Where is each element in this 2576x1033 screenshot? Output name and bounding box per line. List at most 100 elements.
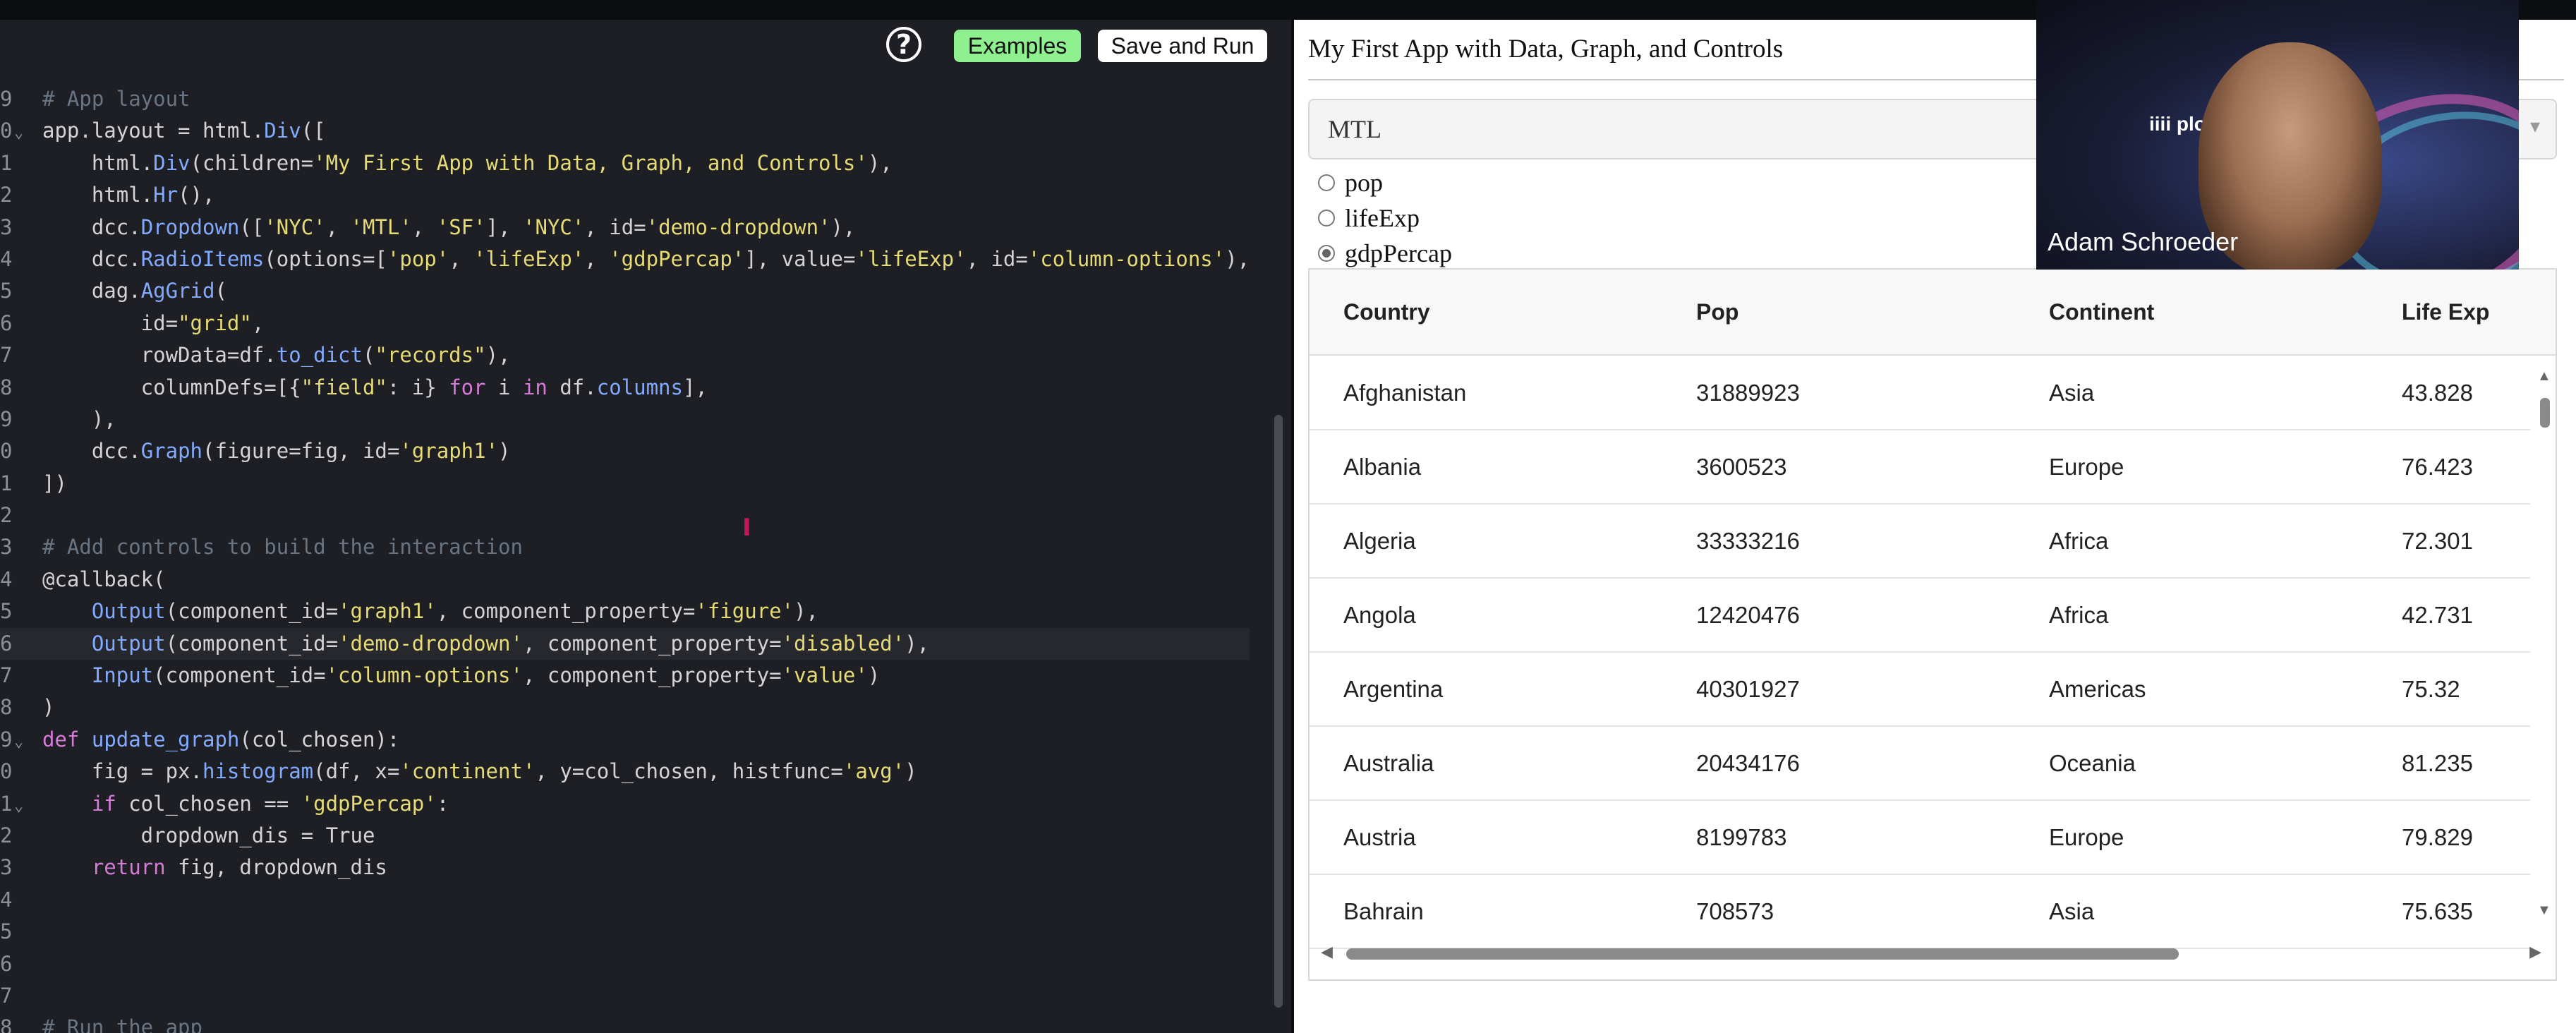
table-cell[interactable]: 75.32 <box>2402 676 2460 703</box>
code-line[interactable]: 5 Output(component_id='graph1', componen… <box>0 596 1250 627</box>
code-line[interactable]: 6 Output(component_id='demo-dropdown', c… <box>0 627 1250 660</box>
table-cell[interactable]: Africa <box>2049 528 2108 555</box>
code-line[interactable]: 2 dropdown_dis = True <box>0 820 1250 852</box>
code-text[interactable]: ) <box>42 695 54 719</box>
table-cell[interactable]: 79.829 <box>2402 824 2473 851</box>
code-text[interactable]: @callback( <box>42 567 166 591</box>
code-lines[interactable]: 9 # App layout 0 ⌄ app.layout = html.Div([1 … <box>0 83 1250 1033</box>
table-cell[interactable]: Oceania <box>2049 750 2136 777</box>
table-cell[interactable]: 3600523 <box>1696 454 1786 481</box>
table-cell[interactable]: 40301927 <box>1696 676 1800 703</box>
code-text[interactable]: fig = px.histogram(df, x='continent', y=… <box>42 759 917 783</box>
table-row[interactable]: Angola 12420476 Africa 42.731 <box>1310 578 2530 653</box>
code-text[interactable]: return fig, dropdown_dis <box>42 855 387 879</box>
code-line[interactable]: 2 html.Hr(), <box>0 179 1250 211</box>
table-cell[interactable]: Bahrain <box>1343 898 1424 925</box>
table-cell[interactable]: 75.635 <box>2402 898 2473 925</box>
code-line[interactable]: 1 ⌄ if col_chosen == 'gdpPercap': <box>0 788 1250 820</box>
code-line[interactable]: 7 rowData=df.to_dict("records"), <box>0 339 1250 371</box>
code-text[interactable]: dcc.Dropdown(['NYC', 'MTL', 'SF'], 'NYC'… <box>42 215 856 239</box>
code-text[interactable]: dropdown_dis = True <box>42 823 375 847</box>
table-cell[interactable]: 42.731 <box>2402 602 2473 629</box>
code-line[interactable]: 2 <box>0 500 1250 531</box>
examples-button[interactable]: Examples <box>954 30 1081 62</box>
table-cell[interactable]: 20434176 <box>1696 750 1800 777</box>
save-and-run-button[interactable]: Save and Run <box>1098 30 1267 62</box>
fold-chevron-icon[interactable]: ⌄ <box>14 726 42 758</box>
code-line[interactable]: 0 ⌄ app.layout = html.Div([ <box>0 115 1250 147</box>
table-row[interactable]: Austria 8199783 Europe 79.829 <box>1310 800 2530 875</box>
table-cell[interactable]: Argentina <box>1343 676 1443 703</box>
scroll-down-icon[interactable]: ▼ <box>2537 902 2551 919</box>
column-header[interactable]: Life Exp <box>2402 299 2489 325</box>
radio-option-pop[interactable]: pop <box>1318 165 1452 200</box>
editor-scrollbar[interactable] <box>1274 415 1283 1008</box>
code-line[interactable]: 8) <box>0 691 1250 723</box>
scroll-left-icon[interactable]: ◀ <box>1321 943 1333 961</box>
code-text[interactable]: # Add controls to build the interaction <box>42 535 523 559</box>
code-line[interactable]: 5 <box>0 916 1250 948</box>
table-row[interactable]: Bahrain 708573 Asia 75.635 <box>1310 874 2530 949</box>
code-text[interactable]: # Run the app <box>42 1015 202 1033</box>
table-cell[interactable]: 43.828 <box>2402 380 2473 406</box>
code-text[interactable]: dcc.RadioItems(options=['pop', 'lifeExp'… <box>42 247 1250 271</box>
code-text[interactable]: html.Div(children='My First App with Dat… <box>42 151 893 175</box>
code-text[interactable]: app.layout = html.Div([ <box>42 119 326 143</box>
table-cell[interactable]: Europe <box>2049 824 2124 851</box>
code-line[interactable]: 9 ), <box>0 404 1250 435</box>
table-row[interactable]: Afghanistan 31889923 Asia 43.828 <box>1310 356 2530 430</box>
table-cell[interactable]: 12420476 <box>1696 602 1800 629</box>
code-line[interactable]: 3 # Add controls to build the interaction <box>0 531 1250 563</box>
code-line[interactable]: 7 <box>0 980 1250 1012</box>
code-text[interactable]: Output(component_id='demo-dropdown', com… <box>42 632 929 656</box>
radio-unchecked-icon[interactable] <box>1318 210 1335 226</box>
column-header[interactable]: Country <box>1343 299 1430 325</box>
table-cell[interactable]: 31889923 <box>1696 380 1800 406</box>
radio-checked-icon[interactable] <box>1318 245 1335 262</box>
code-line[interactable]: 6 <box>0 948 1250 980</box>
vertical-scroll-thumb[interactable] <box>2540 398 2550 428</box>
scroll-up-icon[interactable]: ▲ <box>2537 368 2551 385</box>
code-text[interactable]: if col_chosen == 'gdpPercap': <box>42 792 449 816</box>
code-line[interactable]: 4 dcc.RadioItems(options=['pop', 'lifeEx… <box>0 243 1250 275</box>
grid-horizontal-scrollbar[interactable]: ◀ ▶ <box>1321 943 2541 964</box>
code-text[interactable]: html.Hr(), <box>42 183 215 207</box>
code-text[interactable]: rowData=df.to_dict("records"), <box>42 343 511 367</box>
grid-vertical-scrollbar[interactable]: ▲ ▼ <box>2537 368 2551 919</box>
table-cell[interactable]: Algeria <box>1343 528 1416 555</box>
code-line[interactable]: 4 <box>0 884 1250 916</box>
fold-chevron-icon[interactable]: ⌄ <box>14 117 42 149</box>
code-line[interactable]: 5 dag.AgGrid( <box>0 275 1250 307</box>
column-header[interactable]: Pop <box>1696 299 1739 325</box>
code-text[interactable]: ]) <box>42 471 67 495</box>
table-cell[interactable]: Asia <box>2049 380 2094 406</box>
radio-unchecked-icon[interactable] <box>1318 174 1335 191</box>
code-line[interactable]: 3 return fig, dropdown_dis <box>0 852 1250 883</box>
code-text[interactable]: columnDefs=[{"field": i} for i in df.col… <box>42 375 708 399</box>
radio-option-lifeExp[interactable]: lifeExp <box>1318 200 1452 236</box>
code-text[interactable]: # App layout <box>42 87 191 111</box>
table-cell[interactable]: Albania <box>1343 454 1421 481</box>
table-cell[interactable]: Austria <box>1343 824 1416 851</box>
radio-option-gdpPercap[interactable]: gdpPercap <box>1318 236 1452 271</box>
code-line[interactable]: 7 Input(component_id='column-options', c… <box>0 660 1250 691</box>
code-text[interactable]: id="grid", <box>42 311 265 335</box>
code-line[interactable]: 4 @callback( <box>0 564 1250 596</box>
code-line[interactable]: 0 dcc.Graph(figure=fig, id='graph1') <box>0 435 1250 467</box>
code-text[interactable]: Input(component_id='column-options', com… <box>42 663 880 687</box>
table-cell[interactable]: Americas <box>2049 676 2146 703</box>
table-cell[interactable]: Australia <box>1343 750 1434 777</box>
code-line[interactable]: 0 fig = px.histogram(df, x='continent', … <box>0 756 1250 787</box>
table-cell[interactable]: Asia <box>2049 898 2094 925</box>
table-cell[interactable]: Angola <box>1343 602 1416 629</box>
table-row[interactable]: Albania 3600523 Europe 76.423 <box>1310 430 2530 505</box>
table-cell[interactable]: 708573 <box>1696 898 1774 925</box>
table-row[interactable]: Argentina 40301927 Americas 75.32 <box>1310 652 2530 727</box>
scroll-right-icon[interactable]: ▶ <box>2529 943 2541 961</box>
code-text[interactable]: dcc.Graph(figure=fig, id='graph1') <box>42 439 511 463</box>
table-cell[interactable]: 33333216 <box>1696 528 1800 555</box>
table-row[interactable]: Algeria 33333216 Africa 72.301 <box>1310 504 2530 579</box>
table-cell[interactable]: 76.423 <box>2402 454 2473 481</box>
table-cell[interactable]: 72.301 <box>2402 528 2473 555</box>
table-row[interactable]: Australia 20434176 Oceania 81.235 <box>1310 726 2530 801</box>
